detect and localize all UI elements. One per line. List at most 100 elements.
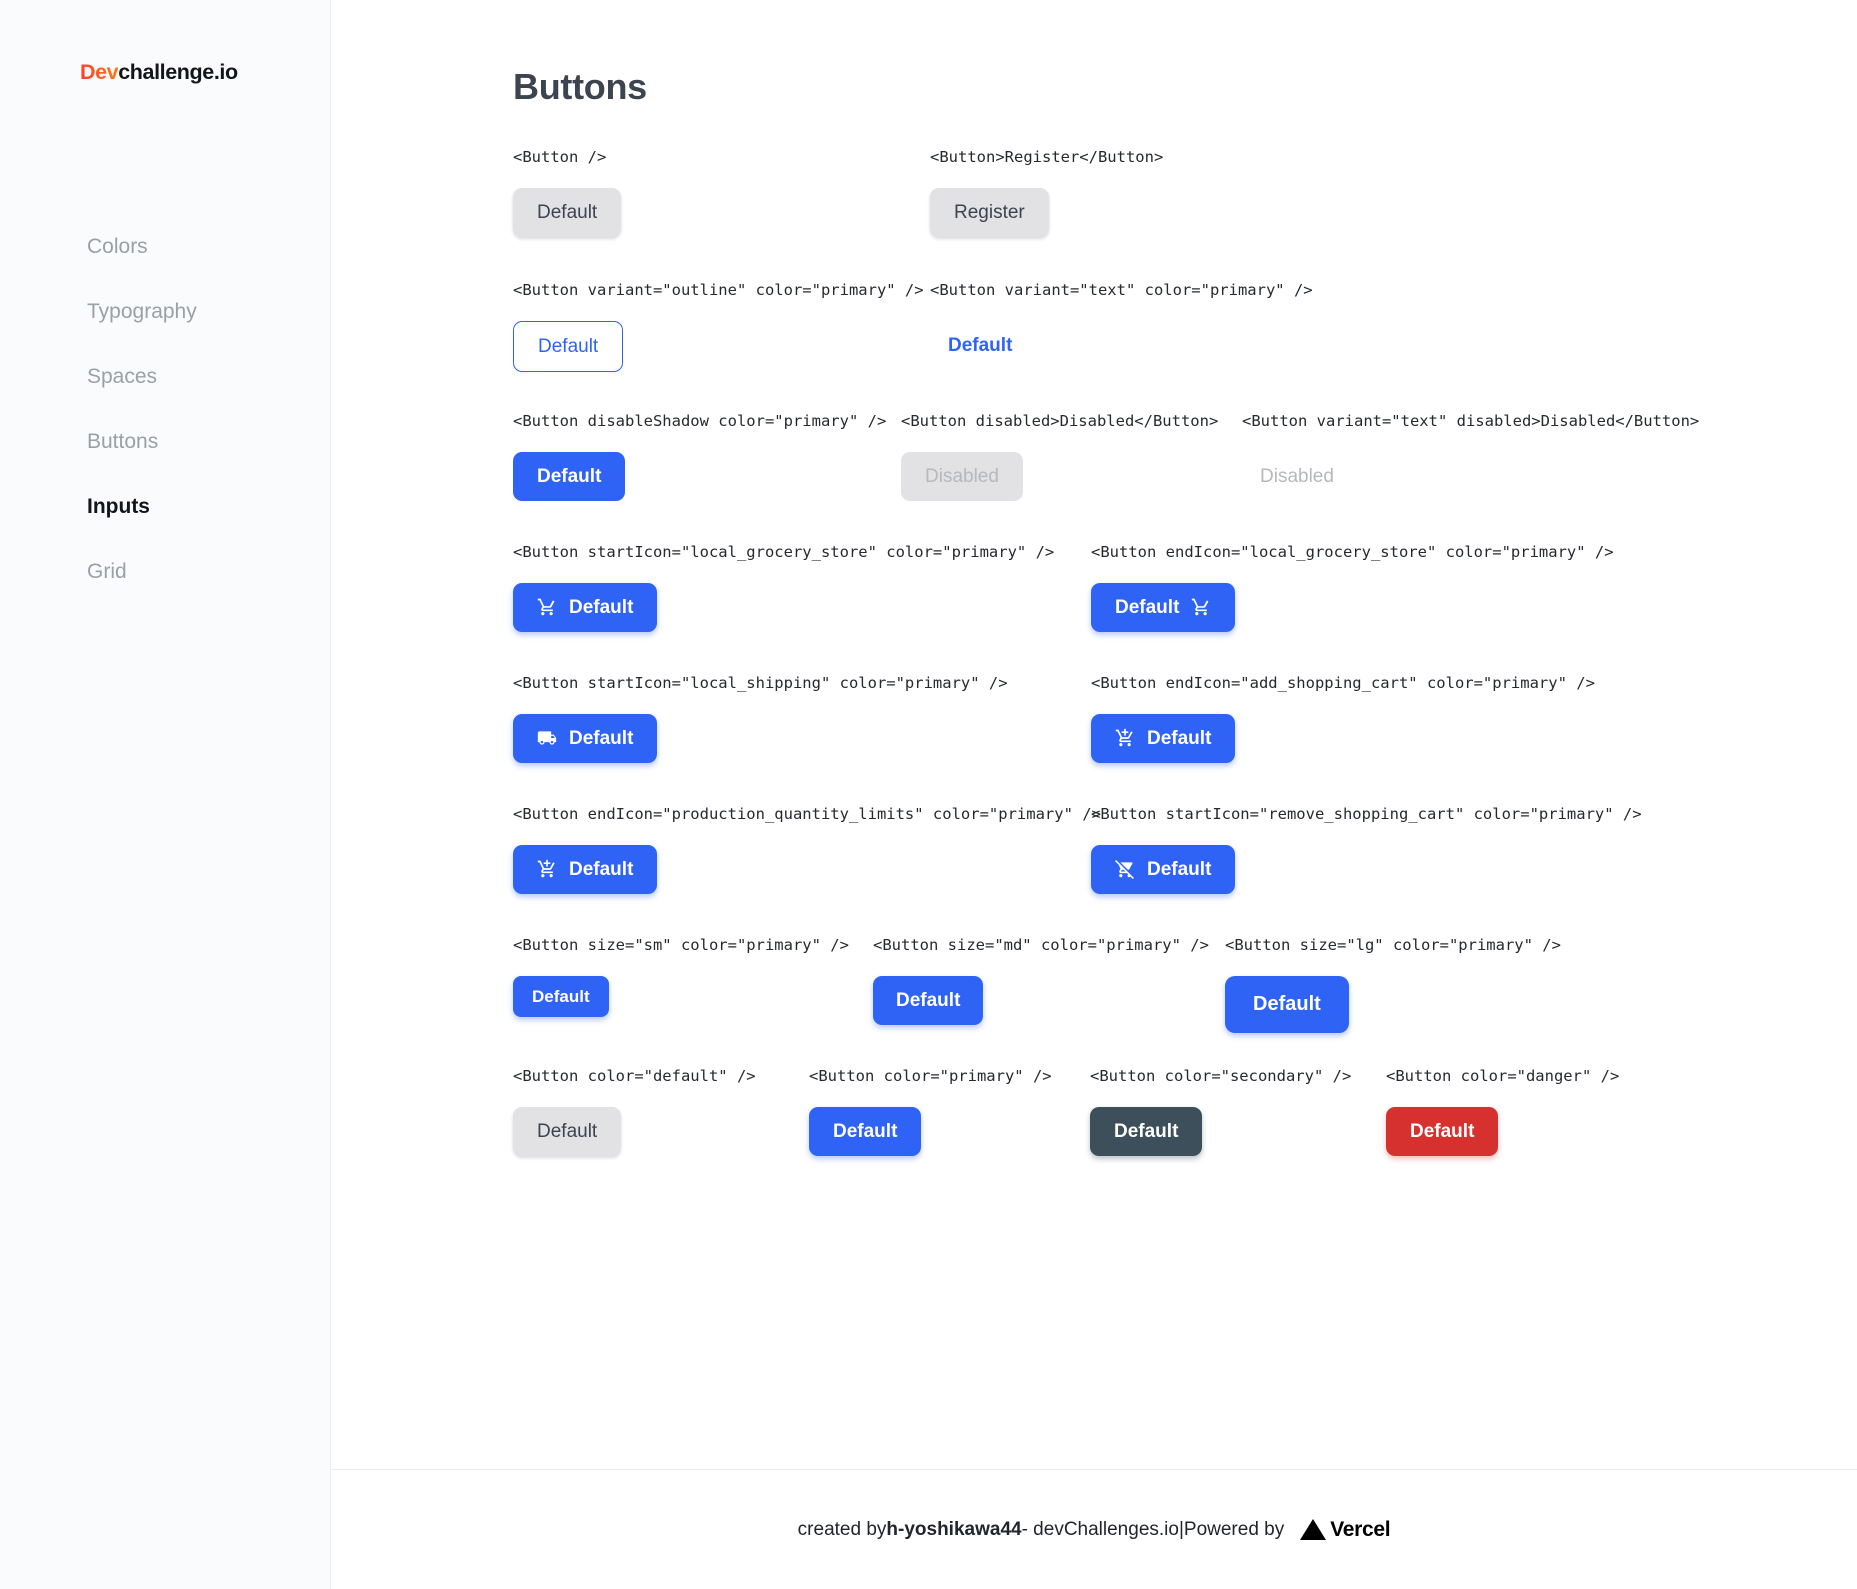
showcase-row: <Button startIcon="local_grocery_store" … — [513, 543, 1817, 676]
code-label: <Button disabled>Disabled</Button> — [901, 412, 1219, 430]
sidebar-item-label: Inputs — [87, 494, 150, 518]
button-size-lg[interactable]: Default — [1225, 975, 1349, 1033]
code-label: <Button size="sm" color="primary" /> — [513, 936, 849, 954]
button-disable-shadow[interactable]: Default — [513, 451, 626, 502]
button-wrapper: Disabled — [1242, 452, 1699, 502]
add-shopping-cart-icon — [1115, 728, 1135, 748]
sidebar-item-label: Typography — [87, 299, 197, 323]
button-label: Default — [569, 727, 634, 749]
showcase-cell: <Button startIcon="local_shipping" color… — [513, 675, 1008, 764]
button-wrapper: Default — [513, 975, 849, 1017]
showcase-cell: <Button color="primary" /> Default — [809, 1068, 1052, 1157]
sidebar-item-colors[interactable]: Colors — [0, 214, 330, 279]
showcase-row: <Button color="default" /> Default <Butt… — [513, 1067, 1817, 1200]
showcase-row: <Button /> Default <Button>Register</But… — [513, 148, 1817, 283]
showcase-row: <Button size="sm" color="primary" /> Def… — [513, 936, 1817, 1069]
sidebar-item-inputs[interactable]: Inputs — [0, 474, 330, 539]
remove-shopping-cart-icon — [1115, 859, 1135, 880]
sidebar-nav: Colors Typography Spaces Buttons Inputs … — [0, 214, 330, 605]
button-text-primary[interactable]: Default — [930, 321, 1030, 371]
production-quantity-limits-icon — [537, 859, 557, 879]
showcase-cell: <Button disableShadow color="primary" />… — [513, 413, 886, 502]
button-remove-shopping-cart[interactable]: Default — [1091, 844, 1236, 895]
button-wrapper: Default — [513, 582, 1054, 633]
button-end-icon-add-cart[interactable]: Default — [1091, 713, 1236, 764]
code-label: <Button>Register</Button> — [930, 148, 1164, 166]
button-color-danger[interactable]: Default — [1386, 1106, 1499, 1157]
code-label: <Button /> — [513, 148, 607, 166]
app-root: Devchallenge.io Colors Typography Spaces… — [0, 0, 1857, 1589]
button-wrapper: Default — [513, 320, 924, 373]
showcase-cell: <Button startIcon="local_grocery_store" … — [513, 543, 1055, 633]
showcase-cell: <Button /> Default — [513, 148, 622, 238]
vercel-triangle-icon — [1300, 1519, 1327, 1540]
button-color-secondary[interactable]: Default — [1090, 1106, 1203, 1157]
code-label: <Button size="md" color="primary" /> — [873, 936, 1209, 954]
button-start-icon-grocery[interactable]: Default — [513, 582, 658, 633]
button-wrapper: Default — [1090, 1106, 1351, 1157]
logo-accent-text: Dev — [80, 60, 119, 84]
button-default[interactable]: Default — [513, 187, 622, 238]
vercel-label: Vercel — [1330, 1517, 1391, 1541]
button-color-primary[interactable]: Default — [809, 1106, 922, 1157]
button-label: Default — [569, 596, 634, 618]
content: Buttons <Button /> Default <Button>Regis… — [331, 0, 1857, 1469]
button-wrapper: Default — [1091, 844, 1642, 895]
button-wrapper: Default — [809, 1106, 1052, 1157]
button-start-icon-shipping[interactable]: Default — [513, 713, 658, 764]
logo[interactable]: Devchallenge.io — [0, 60, 330, 84]
page-title: Buttons — [513, 66, 647, 107]
local-shipping-icon — [537, 728, 557, 748]
showcase-row: <Button disableShadow color="primary" />… — [513, 412, 1817, 545]
button-wrapper: Disabled — [901, 451, 1218, 502]
code-label: <Button color="secondary" /> — [1090, 1067, 1352, 1085]
button-end-icon-grocery[interactable]: Default — [1091, 582, 1236, 633]
button-wrapper: Default — [1225, 975, 1561, 1033]
button-wrapper: Default — [513, 1106, 756, 1157]
code-label: <Button size="lg" color="primary" /> — [1225, 936, 1561, 954]
showcase-row: <Button endIcon="production_quantity_lim… — [513, 805, 1817, 938]
sidebar-item-spaces[interactable]: Spaces — [0, 344, 330, 409]
code-label: <Button startIcon="remove_shopping_cart"… — [1091, 805, 1642, 823]
code-label: <Button endIcon="add_shopping_cart" colo… — [1091, 674, 1595, 692]
button-wrapper: Default — [873, 975, 1209, 1026]
footer-created-by: created by — [797, 1518, 887, 1540]
code-label: <Button endIcon="local_grocery_store" co… — [1091, 543, 1614, 561]
button-text-disabled: Disabled — [1242, 452, 1352, 502]
sidebar-item-label: Buttons — [87, 429, 159, 453]
showcase-cell: <Button variant="outline" color="primary… — [513, 282, 924, 373]
footer: created by h-yoshikawa44 - devChallenges… — [331, 1469, 1857, 1589]
button-label: Default — [1115, 596, 1180, 618]
button-size-md[interactable]: Default — [873, 975, 984, 1026]
button-showcase: <Button /> Default <Button>Register</But… — [331, 148, 1857, 1200]
showcase-cell: <Button color="default" /> Default — [513, 1068, 756, 1157]
logo-rest-text: challenge.io — [118, 60, 238, 84]
sidebar-item-grid[interactable]: Grid — [0, 539, 330, 604]
button-outline-primary[interactable]: Default — [513, 320, 624, 373]
showcase-cell: <Button size="md" color="primary" /> Def… — [873, 936, 1209, 1026]
button-size-sm[interactable]: Default — [513, 975, 609, 1017]
button-production-quantity-limits[interactable]: Default — [513, 844, 658, 895]
showcase-cell: <Button endIcon="add_shopping_cart" colo… — [1091, 674, 1595, 764]
button-label: Default — [1147, 858, 1212, 880]
button-wrapper: Default — [513, 713, 1008, 764]
button-register[interactable]: Register — [930, 187, 1049, 238]
code-label: <Button variant="text" disabled>Disabled… — [1242, 412, 1700, 430]
code-label: <Button variant="text" color="primary" /… — [930, 281, 1313, 299]
showcase-cell: <Button color="secondary" /> Default — [1090, 1067, 1352, 1157]
footer-site: - devChallenges.io — [1021, 1518, 1179, 1540]
showcase-cell: <Button>Register</Button> Register — [930, 148, 1164, 238]
button-wrapper: Default — [1091, 713, 1595, 764]
sidebar-item-typography[interactable]: Typography — [0, 279, 330, 344]
button-wrapper: Default — [1386, 1106, 1619, 1157]
footer-author[interactable]: h-yoshikawa44 — [886, 1519, 1021, 1541]
button-color-default[interactable]: Default — [513, 1106, 622, 1157]
button-wrapper: Default — [513, 844, 1101, 895]
shopping-cart-icon — [1191, 597, 1211, 617]
vercel-logo[interactable]: Vercel — [1300, 1517, 1391, 1542]
shopping-cart-icon — [537, 597, 557, 617]
sidebar-item-buttons[interactable]: Buttons — [0, 409, 330, 474]
sidebar: Devchallenge.io Colors Typography Spaces… — [0, 0, 331, 1589]
code-label: <Button startIcon="local_grocery_store" … — [513, 543, 1055, 561]
showcase-cell: <Button variant="text" disabled>Disabled… — [1242, 412, 1700, 502]
